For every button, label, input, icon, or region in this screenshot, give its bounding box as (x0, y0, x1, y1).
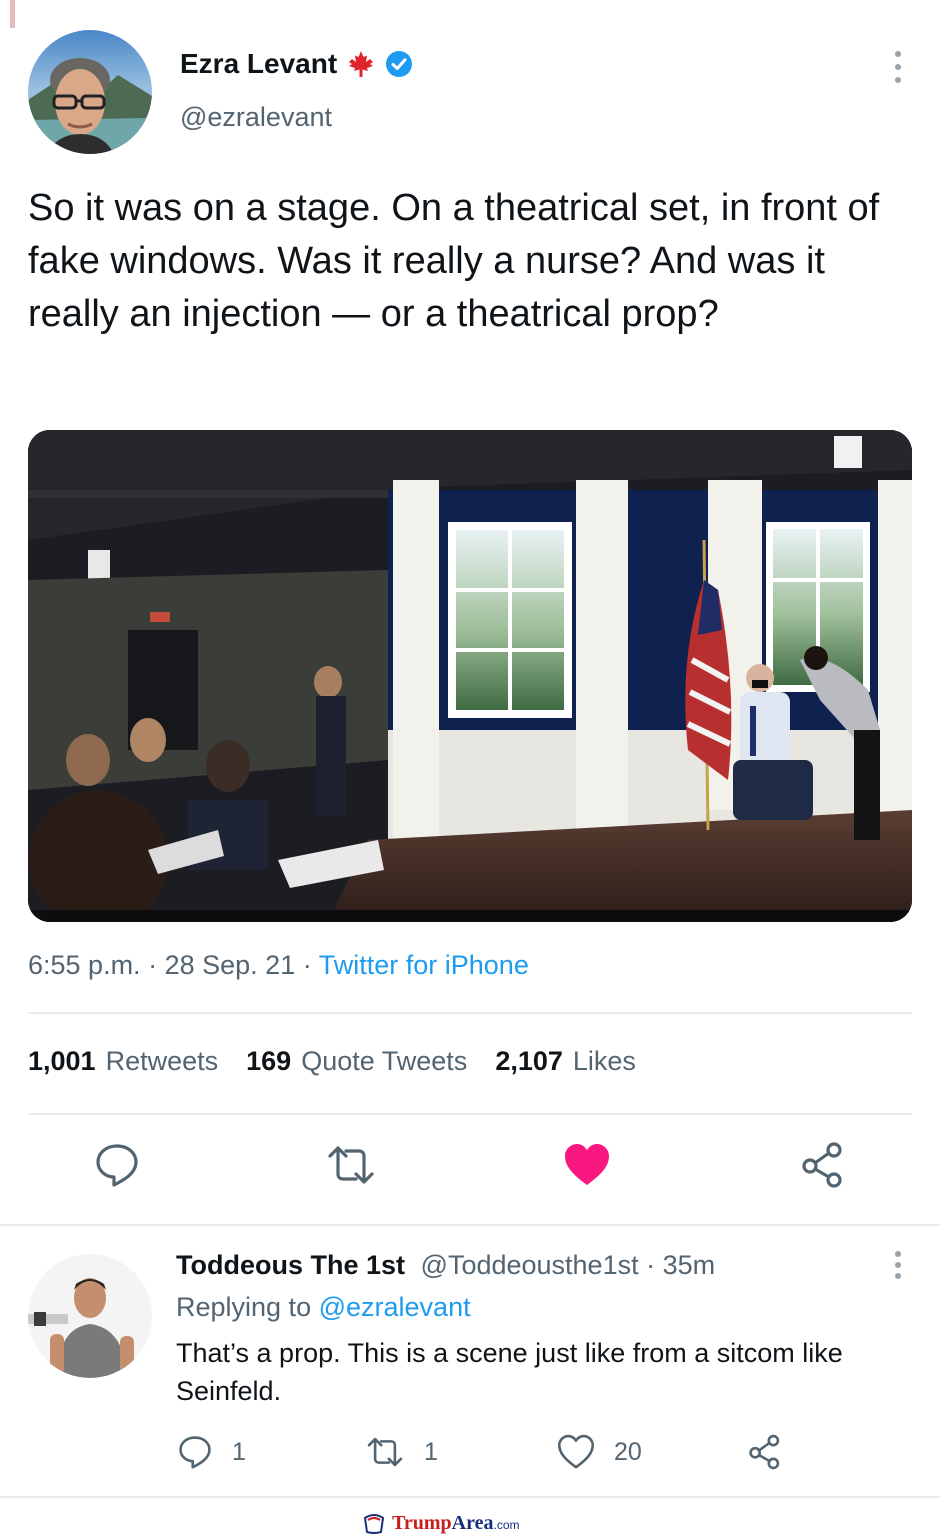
tweet-actions (0, 1140, 940, 1200)
watermark-logo-icon (363, 1514, 385, 1534)
retweets-stat[interactable]: 1,001 Retweets (28, 1046, 218, 1077)
tweet-meta: 6:55 p.m. · 28 Sep. 21 · Twitter for iPh… (28, 950, 529, 981)
tweet-date[interactable]: 28 Sep. 21 (165, 950, 296, 980)
reply-author-handle[interactable]: @Toddeousthe1st (421, 1250, 639, 1280)
meta-separator: · (302, 950, 312, 980)
heart-filled-icon[interactable] (562, 1140, 612, 1190)
reply-retweet-action[interactable]: 1 (364, 1432, 438, 1472)
watermark: Trump Area .com (362, 1510, 520, 1536)
author-handle[interactable]: @ezralevant (180, 102, 332, 133)
meta-separator: · (646, 1250, 656, 1280)
retweet-icon[interactable] (364, 1433, 406, 1471)
replying-to-mention[interactable]: @ezralevant (319, 1292, 471, 1322)
reply-icon[interactable] (92, 1140, 142, 1190)
reply-retweets-count: 1 (424, 1437, 438, 1466)
likes-label: Likes (572, 1046, 636, 1076)
reply-likes-count: 20 (614, 1437, 642, 1466)
heart-icon[interactable] (556, 1433, 596, 1471)
watermark-part1: Trump (392, 1511, 452, 1534)
retweets-count: 1,001 (28, 1046, 96, 1076)
likes-count: 2,107 (495, 1046, 563, 1076)
retweet-icon[interactable] (326, 1140, 376, 1190)
reply-reply-action[interactable]: 1 (176, 1432, 246, 1472)
divider (28, 1113, 912, 1115)
retweets-label: Retweets (105, 1046, 219, 1076)
quote-tweets-stat[interactable]: 169 Quote Tweets (246, 1046, 467, 1077)
reply-header: Toddeous The 1st @Toddeousthe1st · 35m (176, 1250, 715, 1281)
replying-to-label: Replying to (176, 1292, 312, 1322)
tweet-time[interactable]: 6:55 p.m. (28, 950, 141, 980)
maple-leaf-icon (349, 51, 374, 77)
tweet-text: So it was on a stage. On a theatrical se… (28, 187, 880, 335)
divider (28, 1012, 912, 1014)
meta-separator: · (148, 950, 158, 980)
reply-avatar[interactable] (28, 1254, 152, 1378)
replying-to: Replying to @ezralevant (176, 1292, 471, 1323)
reply-text: That’s a prop. This is a scene just like… (176, 1338, 843, 1406)
more-options-icon[interactable] (892, 50, 904, 84)
main-tweet: Ezra Levant @ezralevant So it was on a s… (0, 0, 940, 1226)
watermark-part2: Area (451, 1511, 494, 1534)
tweet-source-link[interactable]: Twitter for iPhone (319, 950, 529, 980)
tweet-stats: 1,001 Retweets 169 Quote Tweets 2,107 Likes (28, 1046, 636, 1077)
reply-author-name[interactable]: Toddeous The 1st (176, 1250, 405, 1280)
more-options-icon[interactable] (892, 1250, 904, 1280)
verified-badge-icon (386, 51, 413, 77)
author-name[interactable]: Ezra Levant (180, 48, 337, 80)
reply-share-action[interactable] (746, 1432, 784, 1472)
share-icon[interactable] (746, 1433, 784, 1471)
tweet-media-photo[interactable] (28, 430, 912, 922)
reply-time[interactable]: 35m (663, 1250, 716, 1280)
watermark-part3: .com (493, 1518, 520, 1532)
quote-tweets-count: 169 (246, 1046, 292, 1076)
author-name-row[interactable]: Ezra Levant (180, 48, 413, 80)
reply-tweet[interactable]: Toddeous The 1st @Toddeousthe1st · 35m R… (0, 1228, 940, 1498)
likes-stat[interactable]: 2,107 Likes (495, 1046, 636, 1077)
author-avatar[interactable] (28, 30, 152, 154)
quote-tweets-label: Quote Tweets (301, 1046, 468, 1076)
reply-replies-count: 1 (232, 1437, 246, 1466)
share-icon[interactable] (798, 1140, 848, 1190)
reply-icon[interactable] (176, 1433, 214, 1471)
reply-like-action[interactable]: 20 (556, 1432, 642, 1472)
